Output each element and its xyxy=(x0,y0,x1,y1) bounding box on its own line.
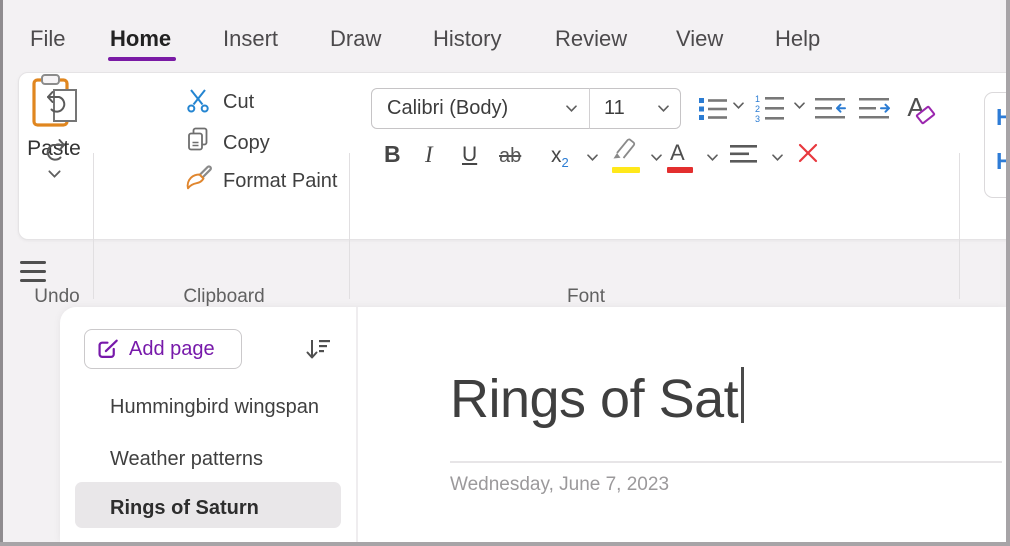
subscript-dropdown[interactable] xyxy=(585,152,599,162)
bulleted-list-icon xyxy=(699,98,727,120)
font-size-select[interactable]: 11 xyxy=(589,88,681,129)
delete-button[interactable] xyxy=(794,139,822,167)
font-name-select[interactable]: Calibri (Body) xyxy=(371,88,590,129)
menu-review[interactable]: Review xyxy=(555,26,627,52)
numbering-dropdown[interactable] xyxy=(792,100,806,110)
chevron-down-icon xyxy=(793,101,805,109)
menu-help[interactable]: Help xyxy=(775,26,820,52)
page-title-editor[interactable]: Rings of Sat xyxy=(450,367,745,430)
chevron-down-icon xyxy=(586,153,598,161)
menu-view[interactable]: View xyxy=(676,26,723,52)
onenote-window: File Home Insert Draw History Review Vie… xyxy=(0,0,1010,546)
font-name-value: Calibri (Body) xyxy=(387,97,509,119)
format-paint-button[interactable] xyxy=(182,164,214,194)
font-color-dropdown[interactable] xyxy=(705,152,719,162)
chevron-down-icon xyxy=(650,153,662,161)
navigation-menu-button[interactable] xyxy=(20,261,46,284)
font-group-label: Font xyxy=(566,286,606,307)
decrease-indent-icon xyxy=(815,98,846,119)
clear-formatting-button[interactable]: A xyxy=(897,90,936,125)
redo-icon xyxy=(46,139,65,161)
hamburger-icon xyxy=(20,270,46,273)
add-page-icon xyxy=(98,339,118,358)
menu-history[interactable]: History xyxy=(433,26,501,52)
redo-button[interactable] xyxy=(37,131,75,165)
window-border-right xyxy=(1006,0,1010,546)
chevron-down-icon xyxy=(47,170,61,178)
scissors-icon xyxy=(187,89,209,113)
underline-button[interactable]: U xyxy=(462,144,477,165)
ribbon: Undo Paste Cut Copy Format Paint Clipboa… xyxy=(18,72,1008,307)
increase-indent-button[interactable] xyxy=(857,95,891,123)
title-divider xyxy=(450,461,1002,463)
page-list-item[interactable]: Hummingbird wingspan xyxy=(110,396,319,419)
bullets-dropdown[interactable] xyxy=(731,100,745,110)
align-button[interactable] xyxy=(729,143,759,165)
format-paint-label[interactable]: Format Paint xyxy=(223,170,337,193)
font-size-value: 11 xyxy=(604,97,625,119)
chevron-down-icon xyxy=(732,101,744,109)
highlight-color-bar xyxy=(612,167,640,173)
undo-button[interactable] xyxy=(37,83,75,117)
chevron-down-icon xyxy=(706,153,718,161)
group-divider xyxy=(93,153,94,299)
strikethrough-button[interactable]: ab xyxy=(499,146,521,166)
cut-label[interactable]: Cut xyxy=(223,91,254,114)
numbering-button[interactable]: 1 2 3 xyxy=(752,91,786,125)
undo-group-label: Undo xyxy=(34,286,80,307)
font-color-button[interactable]: A xyxy=(670,142,685,164)
group-divider xyxy=(349,153,350,299)
window-border-left xyxy=(0,0,3,546)
font-color-bar xyxy=(667,167,693,173)
bold-button[interactable]: B xyxy=(384,143,401,166)
align-dropdown[interactable] xyxy=(770,152,784,162)
svg-text:3: 3 xyxy=(755,114,760,123)
increase-indent-icon xyxy=(859,98,890,119)
text-cursor xyxy=(741,367,745,423)
format-paint-icon xyxy=(186,165,212,190)
page-date[interactable]: Wednesday, June 7, 2023 xyxy=(450,474,669,496)
copy-icon xyxy=(188,127,208,151)
sort-pages-button[interactable] xyxy=(300,331,336,367)
copy-button[interactable] xyxy=(184,126,212,154)
subscript-x: x xyxy=(551,144,562,167)
page-list-item-selected[interactable]: Rings of Saturn xyxy=(110,497,259,520)
hamburger-icon xyxy=(20,261,46,264)
page-list-item[interactable]: Weather patterns xyxy=(110,448,263,471)
menu-insert[interactable]: Insert xyxy=(223,26,278,52)
sort-icon xyxy=(306,340,330,359)
highlight-button[interactable] xyxy=(607,135,641,161)
clipboard-group-label: Clipboard xyxy=(183,286,265,307)
chevron-down-icon xyxy=(566,105,577,112)
italic-button[interactable]: I xyxy=(425,143,433,166)
active-tab-underline xyxy=(108,57,176,61)
svg-text:1: 1 xyxy=(755,94,760,104)
cut-button[interactable] xyxy=(185,88,211,114)
sidebar-content-divider xyxy=(356,307,358,542)
numbered-list-icon: 1 2 3 xyxy=(755,94,784,123)
page-title-text: Rings of Sat xyxy=(450,369,739,429)
menu-home[interactable]: Home xyxy=(110,26,171,52)
hamburger-icon xyxy=(20,279,46,282)
add-page-label: Add page xyxy=(129,337,215,360)
chevron-down-icon xyxy=(771,153,783,161)
subscript-2: 2 xyxy=(561,155,569,170)
decrease-indent-button[interactable] xyxy=(813,95,847,123)
copy-label[interactable]: Copy xyxy=(223,132,270,155)
svg-text:2: 2 xyxy=(755,104,760,114)
menu-file[interactable]: File xyxy=(30,26,65,52)
add-page-button[interactable]: Add page xyxy=(84,329,242,369)
red-x-icon xyxy=(798,143,818,163)
group-divider xyxy=(959,153,960,299)
bullets-button[interactable] xyxy=(697,93,729,125)
undo-icon xyxy=(47,91,66,113)
highlight-dropdown[interactable] xyxy=(649,152,663,162)
align-left-icon xyxy=(730,145,757,163)
window-border-bottom xyxy=(0,542,1010,546)
subscript-button[interactable]: x2 xyxy=(551,144,569,169)
menu-draw[interactable]: Draw xyxy=(330,26,381,52)
chevron-down-icon xyxy=(658,105,669,112)
highlighter-icon xyxy=(613,138,636,159)
